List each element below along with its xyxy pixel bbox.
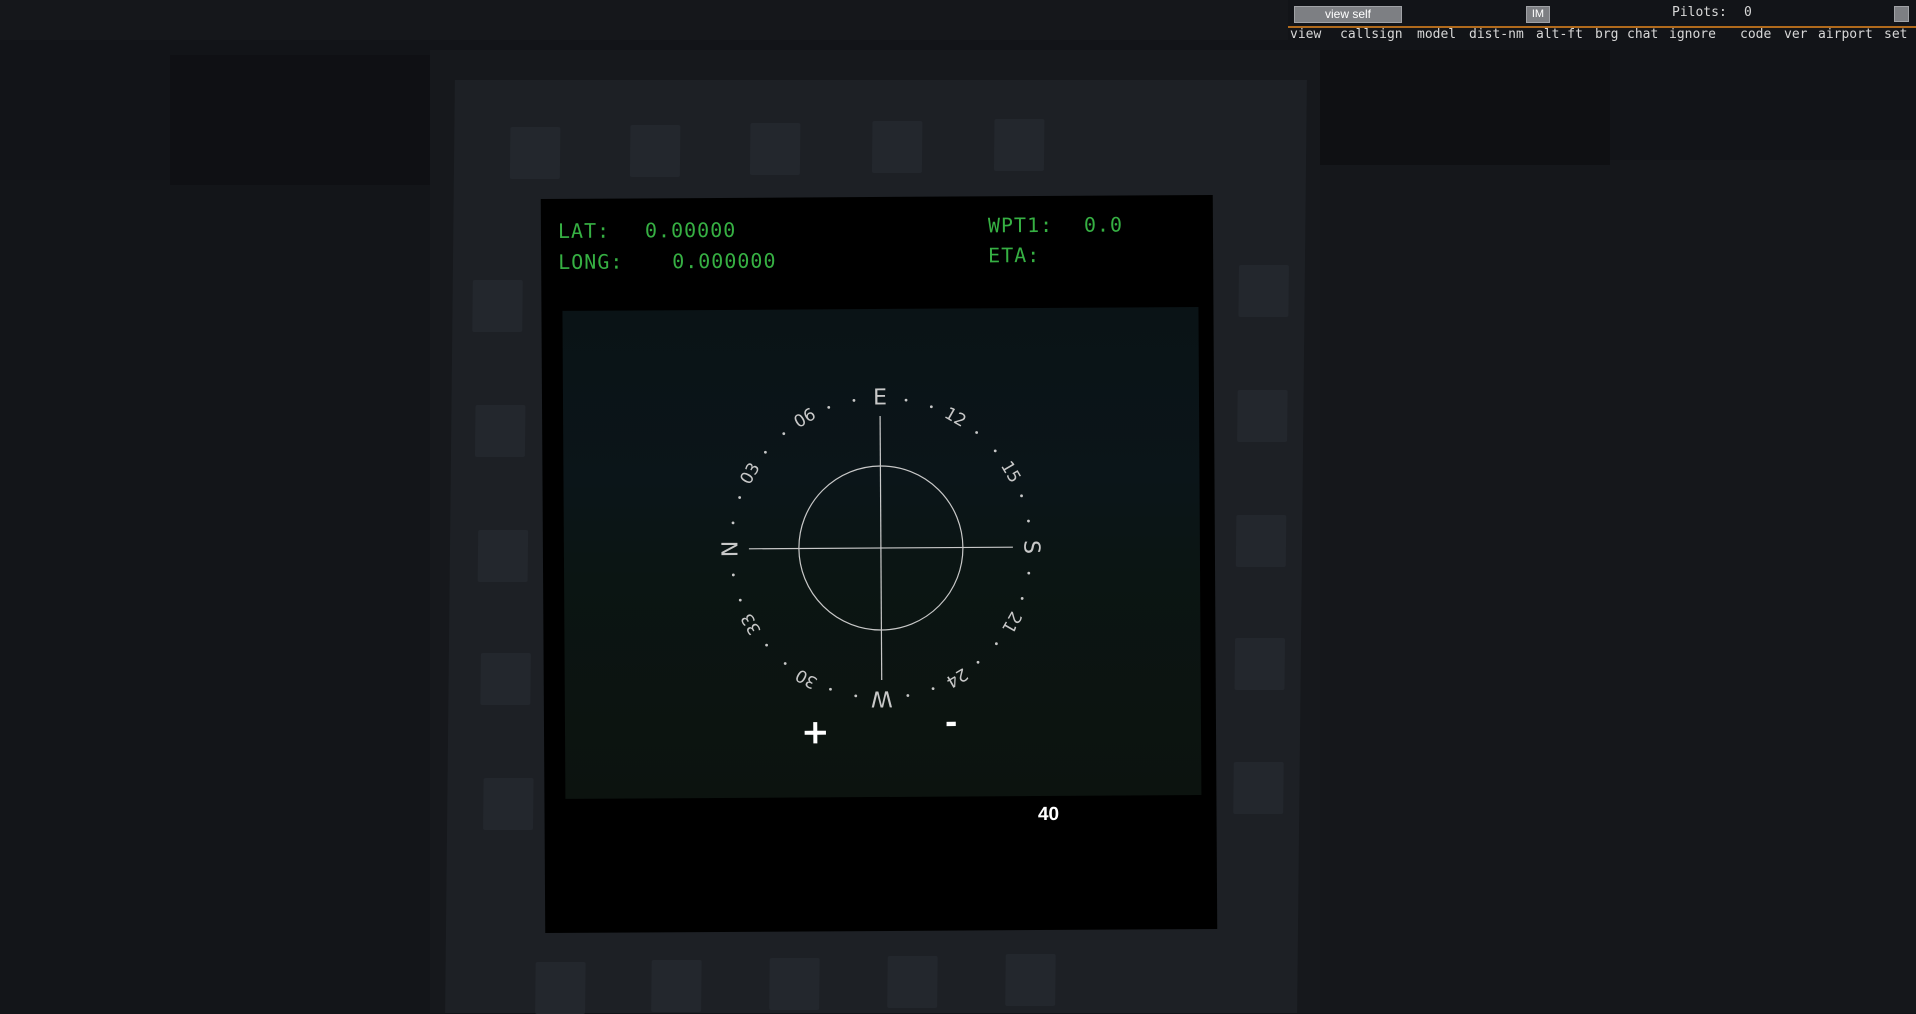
mfd-top-button-3[interactable] [749,123,801,175]
mfd-bottom-button-1[interactable] [535,962,586,1014]
compass-tick-dot [975,431,979,434]
column-brg[interactable]: brg [1595,27,1618,42]
lat-value: 0.00000 [644,217,737,243]
mfd-right-button-4[interactable] [1234,638,1286,690]
compass-heading-label: 03 [736,459,764,488]
compass-tick-dot [852,399,856,402]
mfd-left-button-1[interactable] [472,280,523,332]
column-callsign[interactable]: callsign [1340,27,1403,42]
long-value: 0.000000 [672,248,777,274]
compass-tick-dot [731,521,735,525]
column-view[interactable]: view [1290,27,1321,42]
column-model[interactable]: model [1417,27,1456,42]
compass-tick-dot [929,405,933,409]
mfd-left-button-4[interactable] [480,653,531,705]
column-chat[interactable]: chat [1627,27,1658,42]
compass-heading-label: 24 [942,663,971,691]
range-readout: 40 [1024,800,1073,830]
mfd-screen: LAT: 0.00000 LONG: 0.000000 WPT1: 0.0 ET… [540,194,1218,934]
mfd-right-button-5[interactable] [1233,762,1284,814]
mfd-bottom-button-4[interactable] [887,956,938,1008]
compass-tick-dot [1020,597,1024,600]
compass-heading-label: 06 [791,404,820,432]
compass-rose: E S W N 12 15 21 24 30 33 03 06 [718,385,1043,710]
mfd-left-button-3[interactable] [477,530,529,582]
zoom-out-button[interactable]: - [945,706,958,741]
waypoint-value: 0.0 [1083,212,1124,237]
compass-tick-dot [1027,571,1031,575]
long-label: LONG: [558,249,624,274]
compass-tick-dot [931,687,935,691]
compass-tick-dot [827,405,831,409]
mfd-left-button-5[interactable] [483,778,534,830]
compass-tick-dot [993,449,997,453]
compass-tick-dot [1020,494,1023,498]
mfd-top-button-4[interactable] [871,121,923,173]
column-ver[interactable]: ver [1784,27,1807,42]
compass-tick-dot [764,450,767,454]
compass-horizontal-axis [748,546,1013,550]
compass-cardinal-label: S [1018,540,1043,554]
compass-tick-dot [765,643,768,647]
column-airport[interactable]: airport [1818,27,1873,42]
column-alt-ft[interactable]: alt-ft [1536,27,1583,42]
compass-tick-dot [783,662,787,665]
eta-label: ETA: [988,243,1041,268]
cockpit-left-panel [0,180,440,1013]
compass-heading-label: 30 [792,664,821,692]
compass-heading-label: 12 [941,404,970,432]
compass-tick-dot [731,573,735,577]
cockpit-left-recess [170,55,445,185]
close-button[interactable] [1894,6,1909,22]
compass-tick-dot [738,598,742,602]
multiplayer-pilot-list: view self IM Pilots: 0 view callsign mod… [1288,0,1916,44]
compass-cardinal-label: N [718,541,743,558]
mfd-bottom-button-2[interactable] [651,960,702,1012]
compass-tick-dot [906,694,910,697]
mfd-top-button-5[interactable] [993,119,1045,171]
compass-heading-label: 15 [996,458,1024,487]
column-ignore[interactable]: ignore [1669,27,1716,42]
compass-tick-dot [854,694,858,698]
compass-tick-dot [738,496,742,499]
column-set[interactable]: set [1884,27,1907,42]
lat-label: LAT: [557,218,611,243]
mfd-bottom-button-5[interactable] [1005,954,1056,1006]
column-code[interactable]: code [1740,27,1771,42]
cockpit-right-recess [1320,50,1610,165]
pilots-label: Pilots: [1672,5,1727,20]
mfd-right-button-3[interactable] [1235,515,1287,567]
mfd-right-button-1[interactable] [1238,265,1289,317]
zoom-in-button[interactable]: + [801,712,830,752]
mfd-right-button-2[interactable] [1237,390,1288,442]
compass-tick-dot [994,642,998,646]
compass-heading-label: 21 [997,608,1025,637]
compass-tick-dot [976,660,980,664]
mfd-bottom-button-3[interactable] [769,958,820,1010]
pilot-list-toolbar: view self IM Pilots: 0 [1288,0,1916,27]
column-dist-nm[interactable]: dist-nm [1469,27,1524,42]
compass-tick-dot [782,432,786,436]
compass-cardinal-label: W [871,685,893,710]
compass-cardinal-label: E [873,385,887,410]
waypoint-label: WPT1: [987,212,1054,238]
compass-tick-dot [829,687,832,691]
compass-heading-label: 33 [737,609,765,638]
map-display[interactable]: E S W N 12 15 21 24 30 33 03 06 + - 40 [562,307,1202,830]
view-self-button[interactable]: view self [1294,6,1402,23]
mfd-top-button-1[interactable] [509,127,561,179]
compass-tick-dot [904,398,908,402]
pilots-count: 0 [1744,5,1752,20]
cockpit-right-panel [1320,160,1916,1013]
mfd-top-button-2[interactable] [629,125,681,177]
mfd-left-button-2[interactable] [474,405,526,457]
instant-message-button[interactable]: IM [1526,6,1550,23]
compass-tick-dot [1027,519,1030,523]
